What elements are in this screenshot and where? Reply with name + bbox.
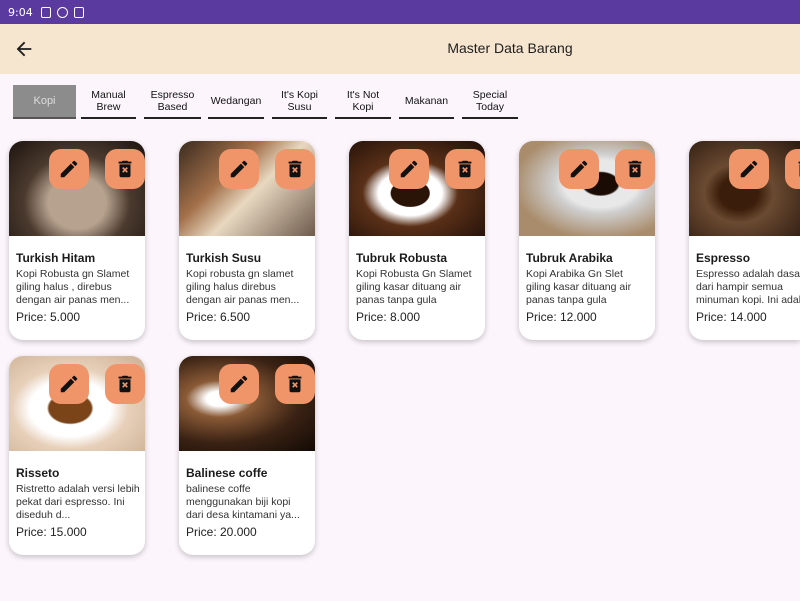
notification-icon <box>40 6 51 18</box>
edit-button[interactable] <box>389 149 429 189</box>
product-card[interactable]: Risseto Ristretto adalah versi lebih pek… <box>9 356 145 555</box>
product-name: Tubruk Arabika <box>526 251 613 265</box>
product-card[interactable]: Espresso Espresso adalah dasar dari hamp… <box>689 141 800 340</box>
tab-label: Manual Brew <box>91 89 126 113</box>
product-card[interactable]: Tubruk Arabika Kopi Arabika Gn Slet gili… <box>519 141 655 340</box>
product-description: Kopi Robusta Gn Slamet giling kasar ditu… <box>356 268 472 306</box>
pencil-icon <box>230 160 248 178</box>
delete-button[interactable] <box>105 149 145 189</box>
product-name: Espresso <box>696 251 751 265</box>
product-description: Kopi Robusta gn Slamet giling halus , di… <box>16 268 130 306</box>
tab-label: Kopi <box>33 95 56 107</box>
status-bar: 9:04 <box>0 0 800 24</box>
product-description: balinese coffe menggunakan biji kopi dar… <box>186 483 300 521</box>
sd-card-icon <box>73 6 84 18</box>
delete-button[interactable] <box>275 364 315 404</box>
delete-button[interactable] <box>445 149 485 189</box>
product-card[interactable]: Balinese coffe balinese coffe menggunaka… <box>179 356 315 555</box>
edit-button[interactable] <box>219 364 259 404</box>
product-price: Price: 15.000 <box>16 525 87 539</box>
product-card[interactable]: Tubruk Robusta Kopi Robusta Gn Slamet gi… <box>349 141 485 340</box>
product-price: Price: 6.500 <box>186 310 251 324</box>
pencil-icon <box>400 160 418 178</box>
product-card[interactable]: Turkish Susu Kopi robusta gn slamet gili… <box>179 141 315 340</box>
tab-espresso-based[interactable]: Espresso Based <box>144 85 201 119</box>
tab-special-today[interactable]: Special Today <box>462 85 518 119</box>
product-description: Espresso adalah dasar dari hampir semua … <box>696 268 800 306</box>
delete-button[interactable] <box>105 364 145 404</box>
pencil-icon <box>60 375 78 393</box>
product-price: Price: 8.000 <box>356 310 421 324</box>
status-time: 9:04 <box>8 5 33 19</box>
product-description: Ristretto adalah versi lebih pekat dari … <box>16 483 140 521</box>
edit-button[interactable] <box>559 149 599 189</box>
product-name: Turkish Susu <box>186 251 262 265</box>
pencil-icon <box>60 160 78 178</box>
product-price: Price: 5.000 <box>16 310 81 324</box>
trash-x-icon <box>458 160 472 178</box>
tab-its-not-kopi[interactable]: It's Not Kopi <box>335 85 391 119</box>
trash-x-icon <box>288 375 302 393</box>
product-name: Tubruk Robusta <box>356 251 448 265</box>
tab-label: Espresso Based <box>150 89 195 113</box>
trash-x-icon <box>628 160 642 178</box>
tab-manual-brew[interactable]: Manual Brew <box>81 85 136 119</box>
tab-makanan[interactable]: Makanan <box>399 85 454 119</box>
product-price: Price: 12.000 <box>526 310 597 324</box>
delete-button[interactable] <box>615 149 655 189</box>
product-card[interactable]: Turkish Hitam Kopi Robusta gn Slamet gil… <box>9 141 145 340</box>
product-name: Balinese coffe <box>186 466 268 480</box>
product-description: Kopi Arabika Gn Slet giling kasar dituan… <box>526 268 632 306</box>
edit-button[interactable] <box>49 364 89 404</box>
product-name: Turkish Hitam <box>16 251 96 265</box>
product-description: Kopi robusta gn slamet giling halus dire… <box>186 268 300 306</box>
tab-label: Special Today <box>472 89 508 113</box>
trash-x-icon <box>118 160 132 178</box>
app-notification-icon <box>56 6 68 18</box>
edit-button[interactable] <box>729 149 769 189</box>
trash-x-icon <box>288 160 302 178</box>
edit-button[interactable] <box>49 149 89 189</box>
app-bar: Master Data Barang <box>0 24 800 74</box>
page-title: Master Data Barang <box>447 40 573 56</box>
pencil-icon <box>570 160 588 178</box>
tab-label: It's Not Kopi <box>346 89 380 113</box>
delete-button[interactable] <box>785 149 800 189</box>
tab-label: Makanan <box>404 95 449 107</box>
trash-x-icon <box>118 375 132 393</box>
product-name: Risseto <box>16 466 60 480</box>
tab-wedangan[interactable]: Wedangan <box>208 85 264 119</box>
product-price: Price: 20.000 <box>186 525 257 539</box>
tab-label: Wedangan <box>210 95 262 107</box>
pencil-icon <box>740 160 758 178</box>
product-price: Price: 14.000 <box>696 310 767 324</box>
trash-x-icon <box>798 161 800 177</box>
pencil-icon <box>230 375 248 393</box>
edit-button[interactable] <box>219 149 259 189</box>
tab-its-kopi-susu[interactable]: It's Kopi Susu <box>272 85 327 119</box>
tab-kopi[interactable]: Kopi <box>13 85 76 119</box>
tab-label: It's Kopi Susu <box>280 89 319 113</box>
delete-button[interactable] <box>275 149 315 189</box>
